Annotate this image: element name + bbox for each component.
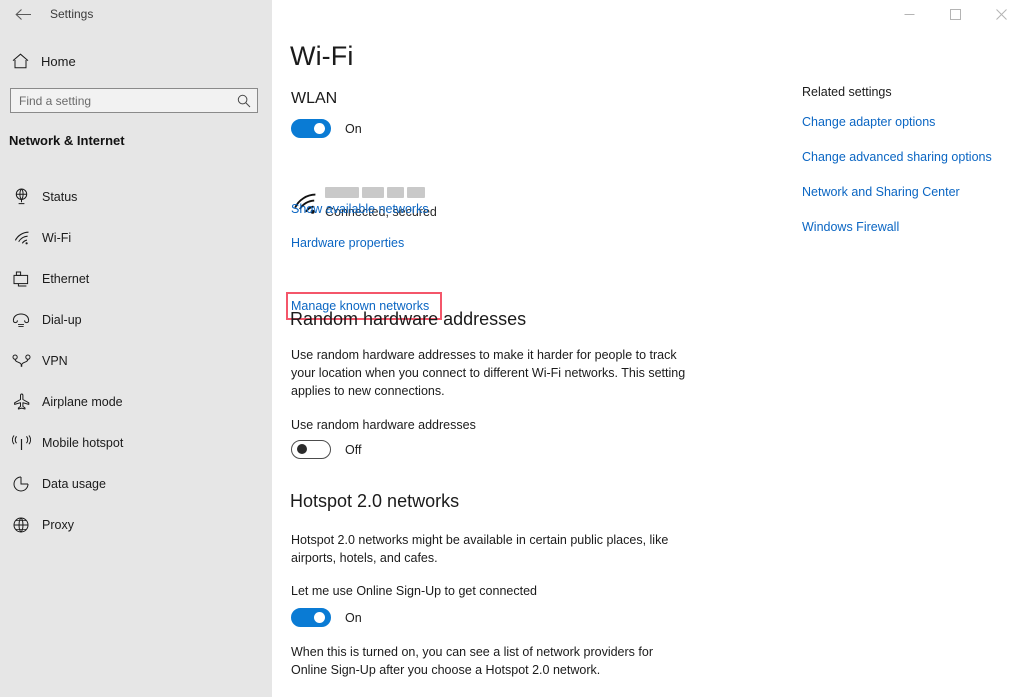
hotspot-field-label: Let me use Online Sign-Up to get connect… xyxy=(291,584,537,598)
related-settings-title: Related settings xyxy=(802,85,1017,99)
sidebar-item-wifi-label: Wi-Fi xyxy=(42,231,71,245)
sidebar-item-status[interactable]: Status xyxy=(0,176,272,217)
sidebar-item-airplane-mode[interactable]: Airplane mode xyxy=(0,381,272,422)
hotspot-note-line1: When this is turned on, you can see a li… xyxy=(291,643,653,661)
hotspot-heading: Hotspot 2.0 networks xyxy=(290,491,459,512)
sidebar-item-mobile-hotspot[interactable]: Mobile hotspot xyxy=(0,422,272,463)
sidebar-item-ethernet[interactable]: Ethernet xyxy=(0,258,272,299)
sidebar-item-data-usage-label: Data usage xyxy=(42,477,106,491)
proxy-icon xyxy=(0,517,42,533)
sidebar-item-dialup-label: Dial-up xyxy=(42,313,82,327)
sidebar-item-status-label: Status xyxy=(42,190,77,204)
sidebar-item-dialup[interactable]: Dial-up xyxy=(0,299,272,340)
hotspot-toggle-label: On xyxy=(345,611,362,625)
show-available-networks-link[interactable]: Show available networks xyxy=(291,202,429,216)
related-link-change-advanced-sharing-options[interactable]: Change advanced sharing options xyxy=(802,150,1017,164)
sidebar-item-vpn-label: VPN xyxy=(42,354,68,368)
title-bar: Settings xyxy=(0,0,1024,28)
sidebar-item-data-usage[interactable]: Data usage xyxy=(0,463,272,504)
related-link-network-and-sharing-center[interactable]: Network and Sharing Center xyxy=(802,185,1017,199)
random-hardware-toggle-label: Off xyxy=(345,443,361,457)
sidebar-item-home[interactable]: Home xyxy=(0,46,272,76)
hotspot-toggle[interactable] xyxy=(291,608,331,627)
sidebar-item-wifi[interactable]: Wi-Fi xyxy=(0,217,272,258)
mobile-hotspot-icon xyxy=(0,435,42,451)
data-usage-icon xyxy=(0,476,42,492)
random-hardware-desc-line3: applies to new connections. xyxy=(291,382,445,400)
close-button[interactable] xyxy=(978,0,1024,28)
random-hardware-desc-line1: Use random hardware addresses to make it… xyxy=(291,346,677,364)
hotspot-desc-line1: Hotspot 2.0 networks might be available … xyxy=(291,531,668,549)
random-hardware-toggle-row: Off xyxy=(291,440,361,459)
related-link-change-adapter-options[interactable]: Change adapter options xyxy=(802,115,1017,129)
sidebar-nav-list: Status Wi-Fi xyxy=(0,176,272,545)
sidebar-item-home-label: Home xyxy=(41,54,76,69)
sidebar-item-mobile-hotspot-label: Mobile hotspot xyxy=(42,436,123,450)
dialup-icon xyxy=(0,313,42,327)
minimize-button[interactable] xyxy=(886,0,932,28)
search-box[interactable] xyxy=(10,88,258,113)
maximize-button[interactable] xyxy=(932,0,978,28)
hardware-properties-link[interactable]: Hardware properties xyxy=(291,236,404,250)
hotspot-desc-line2: airports, hotels, and cafes. xyxy=(291,549,438,567)
search-icon[interactable] xyxy=(231,94,257,108)
random-hardware-desc-line2: your location when you connect to differ… xyxy=(291,364,685,382)
hotspot-note-line2: Online Sign-Up after you choose a Hotspo… xyxy=(291,661,600,679)
wlan-heading: WLAN xyxy=(291,90,337,108)
back-arrow-icon[interactable] xyxy=(8,0,38,28)
sidebar-item-proxy-label: Proxy xyxy=(42,518,74,532)
app-title: Settings xyxy=(50,0,93,28)
sidebar: Home Network & Internet xyxy=(0,0,272,697)
random-hardware-field-label: Use random hardware addresses xyxy=(291,418,476,432)
settings-window: Settings xyxy=(0,0,1024,697)
sidebar-item-vpn[interactable]: VPN xyxy=(0,340,272,381)
search-input[interactable] xyxy=(11,94,231,108)
manage-known-networks-link[interactable]: Manage known networks xyxy=(291,299,429,313)
main-content: Wi-Fi WLAN On xyxy=(272,28,1024,697)
wifi-icon xyxy=(0,231,42,245)
wlan-toggle-row: On xyxy=(291,119,362,138)
home-icon xyxy=(0,53,40,69)
sidebar-category-title: Network & Internet xyxy=(9,133,125,148)
status-icon xyxy=(0,188,42,205)
sidebar-item-proxy[interactable]: Proxy xyxy=(0,504,272,545)
network-ssid-redacted xyxy=(325,187,437,198)
page-title: Wi-Fi xyxy=(290,41,353,72)
wlan-toggle[interactable] xyxy=(291,119,331,138)
sidebar-item-airplane-mode-label: Airplane mode xyxy=(42,395,123,409)
sidebar-item-ethernet-label: Ethernet xyxy=(42,272,89,286)
wlan-toggle-label: On xyxy=(345,122,362,136)
ethernet-icon xyxy=(0,271,42,287)
related-link-windows-firewall[interactable]: Windows Firewall xyxy=(802,220,1017,234)
random-hardware-toggle[interactable] xyxy=(291,440,331,459)
vpn-icon xyxy=(0,354,42,367)
airplane-icon xyxy=(0,393,42,410)
window-controls xyxy=(886,0,1024,28)
hotspot-toggle-row: On xyxy=(291,608,362,627)
related-settings-panel: Related settings Change adapter options … xyxy=(802,85,1017,255)
